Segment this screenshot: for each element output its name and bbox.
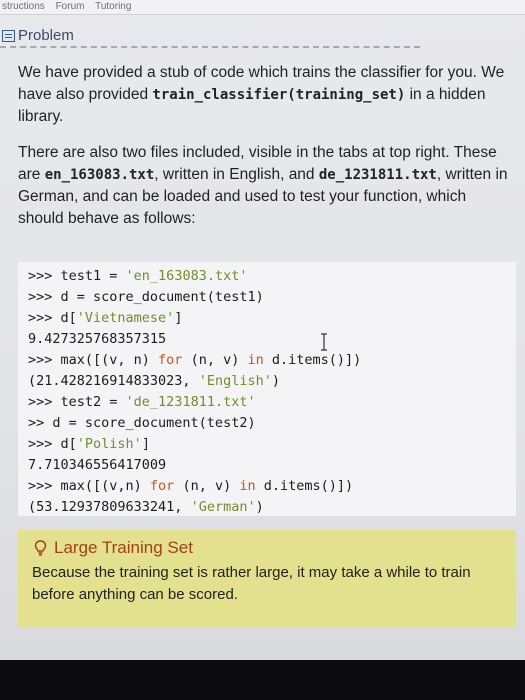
note-title: Large Training Set — [54, 538, 193, 557]
code-line-10: 7.710346556417009 — [28, 457, 167, 473]
code-example: >>> test1 = 'en_163083.txt' >>> d = scor… — [18, 262, 516, 516]
text-cursor-icon — [321, 333, 327, 351]
p2-text-b: , written in English, and — [154, 166, 319, 183]
inline-code-en-file: en_163083.txt — [44, 167, 155, 183]
problem-title[interactable]: Problem — [18, 27, 74, 44]
document-list-icon — [2, 30, 15, 42]
code-line-5: >>> max([(v, n) for (n, v) in d.items()]… — [28, 352, 362, 368]
code-line-2: >>> d = score_document(test1) — [28, 289, 264, 305]
nav-item-instructions[interactable]: structions — [2, 1, 45, 12]
code-line-3: >>> d['Vietnamese'] — [28, 310, 183, 326]
code-line-6: (21.428216914833023, 'English') — [28, 373, 280, 389]
inline-code-train-classifier: train_classifier(training_set) — [152, 87, 406, 103]
code-line-9: >>> d['Polish'] — [28, 436, 150, 452]
nav-item-tutoring[interactable]: Tutoring — [95, 1, 131, 12]
code-line-8: >> d = score_document(test2) — [28, 415, 256, 431]
code-line-1: >>> test1 = 'en_163083.txt' — [28, 268, 248, 284]
code-line-4: 9.427325768357315 — [28, 331, 167, 347]
note-text: Because the training set is rather large… — [32, 564, 471, 603]
note-callout: Large Training Set Because the training … — [18, 530, 516, 628]
code-line-12: (53.12937809633241, 'German') — [28, 499, 264, 515]
paragraph-2: There are also two files included, visib… — [18, 142, 516, 230]
code-line-7: >>> test2 = 'de_1231811.txt' — [28, 394, 256, 410]
paragraph-1: We have provided a stub of code which tr… — [18, 62, 516, 128]
header-divider — [0, 46, 420, 48]
nav-item-forum[interactable]: Forum — [56, 1, 85, 12]
lightbulb-icon — [34, 540, 47, 556]
screen: structions Forum Tutoring Problem We hav… — [0, 0, 525, 660]
top-nav: structions Forum Tutoring — [0, 0, 525, 15]
code-line-11: >>> max([(v,n) for (n, v) in d.items()]) — [28, 478, 354, 494]
inline-code-de-file: de_1231811.txt — [318, 167, 437, 183]
problem-description: We have provided a stub of code which tr… — [18, 62, 516, 244]
